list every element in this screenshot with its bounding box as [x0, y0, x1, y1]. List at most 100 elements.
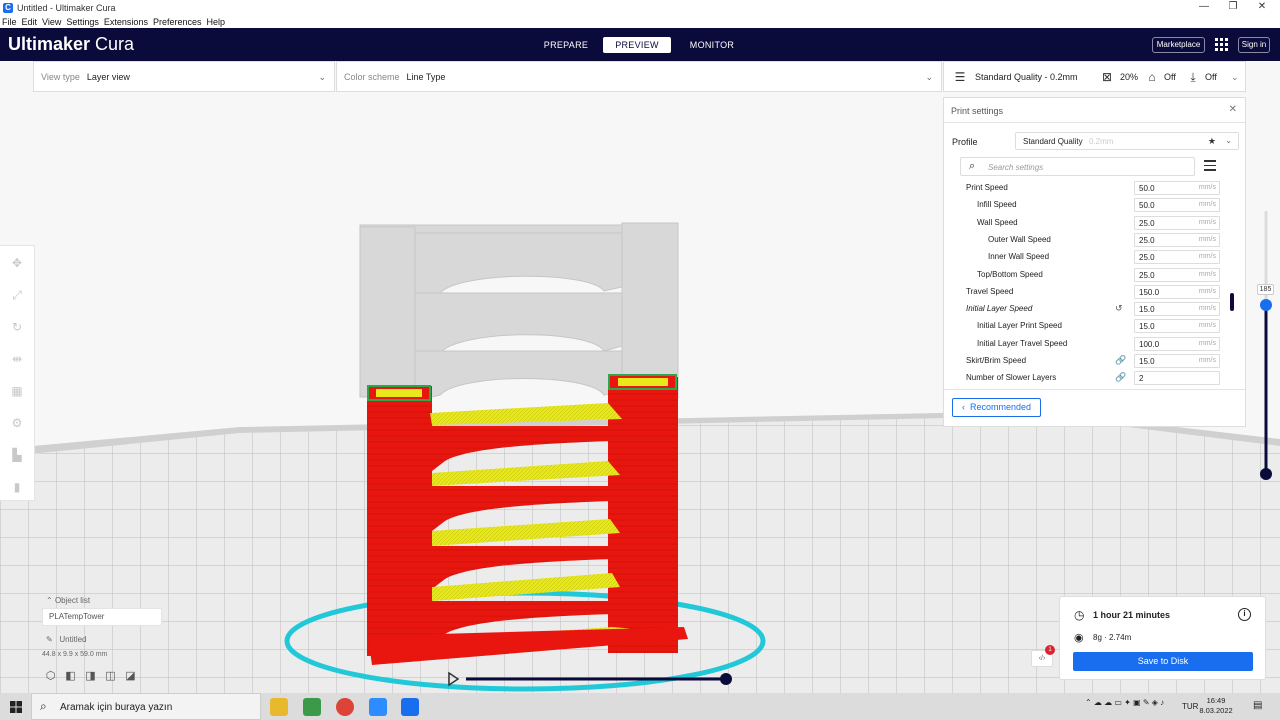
taskbar-clock[interactable]: 16:49 8.03.2022	[1196, 696, 1236, 716]
setting-value-input[interactable]: 100.0 mm/s	[1134, 336, 1220, 351]
setting-value-input[interactable]: 150.0 mm/s	[1134, 284, 1220, 299]
menu-extensions[interactable]: Extensions	[104, 17, 148, 27]
trash-icon[interactable]: ▮	[10, 480, 24, 494]
cura-logo: Ultimaker Cura	[8, 34, 135, 54]
link-icon[interactable]: 🔗	[1115, 355, 1126, 366]
setting-value-input[interactable]: 25.0 mm/s	[1134, 232, 1220, 247]
transform-toolbar: ✥ ⤢ ↻ ⇹ ▦ ⚙ ▙ ▮	[0, 245, 35, 501]
chevron-down-icon: ⌄	[1231, 72, 1239, 82]
menu-view[interactable]: View	[42, 17, 61, 27]
adhesion-icon: ⤓	[1190, 70, 1196, 84]
mirror-icon[interactable]: ⇹	[10, 352, 24, 366]
chrome-icon[interactable]	[336, 698, 354, 716]
info-icon[interactable]: i	[1238, 608, 1251, 621]
setting-value-input[interactable]: 50.0 mm/s	[1134, 198, 1220, 213]
setting-value-input[interactable]: 25.0 mm/s	[1134, 215, 1220, 230]
support-blocker-icon[interactable]: ⚙	[10, 416, 24, 430]
tab-prepare[interactable]: PREPARE	[541, 37, 591, 53]
setting-label: Initial Layer Travel Speed	[977, 338, 1068, 348]
setting-label: Wall Speed	[977, 217, 1018, 227]
close-window-button[interactable]: ✕	[1247, 0, 1277, 15]
tab-preview[interactable]: PREVIEW	[603, 37, 671, 53]
setting-row: Wall Speed 25.0 mm/s	[944, 215, 1234, 232]
setting-value-input[interactable]: 15.0 mm/s	[1134, 319, 1220, 334]
link-icon[interactable]: 🔗	[1115, 372, 1126, 383]
object-list-toggle[interactable]: ⌃ Object list	[46, 596, 90, 605]
cura-taskbar-icon[interactable]	[401, 698, 419, 716]
minimize-button[interactable]: —	[1189, 0, 1219, 15]
notepad-icon[interactable]	[303, 698, 321, 716]
setting-row: Number of Slower Layers 🔗 2	[944, 370, 1234, 387]
window-title: Untitled - Ultimaker Cura	[17, 2, 116, 13]
search-settings-input[interactable]: ⌕ Search settings	[960, 157, 1195, 176]
layer-slider-bottom-handle[interactable]	[1260, 468, 1272, 480]
menu-file[interactable]: File	[2, 17, 17, 27]
settings-scrollbar[interactable]	[1230, 293, 1234, 311]
windows-taskbar: ⌕ Aramak için buraya yazın ⌃ ☁ ☁ ▭ ✦ ▣ ✎…	[0, 693, 1280, 720]
sign-in-button[interactable]: Sign in	[1238, 37, 1270, 53]
apps-grid-icon[interactable]	[1215, 38, 1228, 51]
zoom-icon[interactable]	[369, 698, 387, 716]
layer-number-input[interactable]: 185	[1257, 284, 1274, 295]
profile-dropdown[interactable]: Standard Quality 0.2mm ★ ⌄	[1015, 132, 1239, 150]
setting-row: Top/Bottom Speed 25.0 mm/s	[944, 267, 1234, 284]
view-type-label: View type	[41, 71, 80, 82]
tray-icons[interactable]: ⌃ ☁ ☁ ▭ ✦ ▣ ✎ ◈ ♪	[1085, 698, 1164, 707]
window-titlebar: C Untitled - Ultimaker Cura	[0, 0, 1280, 15]
setting-row: Travel Speed 150.0 mm/s	[944, 284, 1234, 301]
setting-row: Print Speed 50.0 mm/s	[944, 180, 1234, 197]
layer-slider-top-handle[interactable]	[1260, 299, 1272, 311]
support-icon: ⌂	[1148, 70, 1156, 84]
layer-progress-handle[interactable]	[720, 673, 732, 685]
top-view-icon[interactable]: ◨	[84, 670, 97, 683]
move-icon[interactable]: ✥	[10, 256, 24, 270]
menu-settings[interactable]: Settings	[66, 17, 99, 27]
file-explorer-icon[interactable]	[270, 698, 288, 716]
setting-value-input[interactable]: 25.0 mm/s	[1134, 267, 1220, 282]
setting-value-input[interactable]: 50.0 mm/s	[1134, 181, 1220, 195]
calibration-icon[interactable]: ▙	[10, 448, 24, 462]
right-view-icon[interactable]: ◪	[124, 670, 137, 683]
app-header: Ultimaker Cura PREPARE PREVIEW MONITOR M…	[0, 28, 1280, 61]
taskbar-search-text: Aramak için buraya yazın	[60, 702, 173, 713]
sliders-icon: ☰	[954, 70, 966, 84]
marketplace-button[interactable]: Marketplace	[1152, 37, 1205, 53]
menu-help[interactable]: Help	[206, 17, 225, 27]
setting-value-input[interactable]: 15.0 mm/s	[1134, 302, 1220, 317]
notifications-icon[interactable]: ▤	[1253, 700, 1262, 711]
setting-value-input[interactable]: 15.0 mm/s	[1134, 354, 1220, 368]
scale-icon[interactable]: ⤢	[10, 288, 24, 302]
menu-edit[interactable]: Edit	[22, 17, 38, 27]
print-job-summary: ◷ 1 hour 21 minutes i ◉ 8g · 2.74m Save …	[1059, 596, 1266, 680]
3d-view-icon[interactable]: ⬡	[44, 670, 57, 683]
setting-value-input[interactable]: 2	[1134, 371, 1220, 386]
object-list-item[interactable]: PLATempTower	[42, 608, 162, 626]
recommended-button[interactable]: ‹ Recommended	[952, 398, 1041, 417]
setting-value-input[interactable]: 25.0 mm/s	[1134, 250, 1220, 265]
close-icon[interactable]: ✕	[1229, 104, 1237, 115]
color-scheme-value: Line Type	[406, 71, 446, 82]
settings-menu-icon[interactable]	[1204, 160, 1216, 171]
clock-icon: ◷	[1074, 608, 1085, 622]
reset-icon[interactable]: ↺	[1115, 303, 1123, 314]
tab-monitor[interactable]: MONITOR	[684, 37, 740, 53]
taskbar-search[interactable]: ⌕ Aramak için buraya yazın	[31, 693, 261, 720]
front-view-icon[interactable]: ◧	[64, 670, 77, 683]
setting-label: Inner Wall Speed	[988, 252, 1050, 262]
maximize-button[interactable]: ❐	[1218, 0, 1248, 15]
color-scheme-dropdown[interactable]: Color scheme Line Type ⌄	[336, 61, 942, 92]
project-name[interactable]: ✎ Untitled	[46, 635, 87, 644]
infill-icon: ⊠	[1101, 70, 1113, 84]
save-to-disk-button[interactable]: Save to Disk	[1073, 652, 1253, 671]
print-setup-selector[interactable]: ☰ Standard Quality - 0.2mm ⊠ 20% ⌂ Off ⤓…	[943, 61, 1246, 92]
setting-row: Inner Wall Speed 25.0 mm/s	[944, 249, 1234, 266]
chevron-down-icon: ⌄	[925, 72, 933, 82]
profile-name: Standard Quality	[1023, 137, 1083, 146]
per-model-settings-icon[interactable]: ▦	[10, 384, 24, 398]
profile-layer-height: 0.2mm	[1089, 137, 1114, 146]
left-view-icon[interactable]: ◫	[104, 670, 117, 683]
windows-start-icon[interactable]	[10, 701, 22, 713]
rotate-icon[interactable]: ↻	[10, 320, 24, 334]
menu-preferences[interactable]: Preferences	[153, 17, 202, 27]
view-type-dropdown[interactable]: View type Layer view ⌄	[33, 61, 335, 92]
